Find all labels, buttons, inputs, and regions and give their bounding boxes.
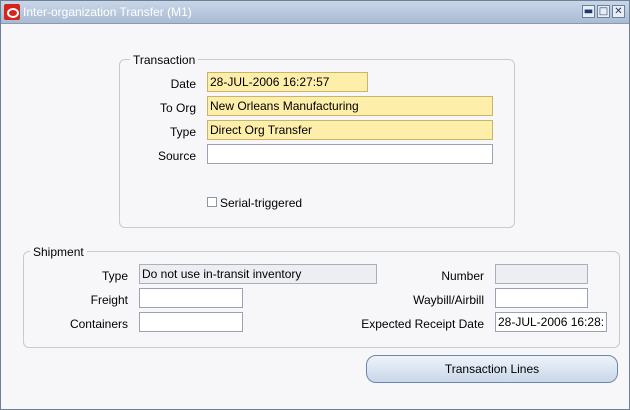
- freight-label: Freight: [90, 293, 128, 307]
- expected-receipt-date-field[interactable]: 28-JUL-2006 16:28:: [495, 312, 607, 332]
- date-label: Date: [170, 77, 196, 91]
- source-label: Source: [157, 149, 196, 163]
- shipment-type-label: Type: [101, 269, 128, 283]
- title-bar[interactable]: Inter-organization Transfer (M1) ▬ □ ✕: [1, 1, 629, 24]
- inter-org-transfer-window: Inter-organization Transfer (M1) ▬ □ ✕ T…: [0, 0, 630, 410]
- number-label: Number: [441, 269, 484, 283]
- shipment-legend: Shipment: [30, 245, 87, 259]
- waybill-airbill-field[interactable]: [495, 288, 588, 308]
- freight-field[interactable]: [139, 288, 243, 308]
- transaction-lines-button[interactable]: Transaction Lines: [366, 355, 618, 383]
- minimize-icon[interactable]: ▬: [582, 5, 595, 18]
- oracle-logo-icon: [4, 4, 20, 20]
- window-title: Inter-organization Transfer (M1): [23, 5, 192, 19]
- source-field[interactable]: [207, 144, 493, 164]
- type-field[interactable]: Direct Org Transfer: [207, 120, 493, 140]
- waybill-airbill-label: Waybill/Airbill: [413, 293, 484, 307]
- restore-icon[interactable]: □: [597, 5, 610, 18]
- containers-label: Containers: [69, 317, 128, 331]
- form-content: Transaction Date 28-JUL-2006 16:27:57 To…: [2, 24, 628, 408]
- date-field[interactable]: 28-JUL-2006 16:27:57: [207, 72, 368, 92]
- serial-triggered-label: Serial-triggered: [220, 196, 303, 210]
- serial-triggered-checkbox[interactable]: [207, 197, 217, 207]
- number-field[interactable]: [495, 264, 588, 284]
- containers-field[interactable]: [139, 312, 243, 332]
- expected-receipt-date-label: Expected Receipt Date: [361, 317, 484, 331]
- type-label: Type: [169, 125, 196, 139]
- to-org-field[interactable]: New Orleans Manufacturing: [207, 96, 493, 116]
- to-org-label: To Org: [159, 101, 196, 115]
- transaction-legend: Transaction: [130, 53, 199, 67]
- close-icon[interactable]: ✕: [612, 5, 625, 18]
